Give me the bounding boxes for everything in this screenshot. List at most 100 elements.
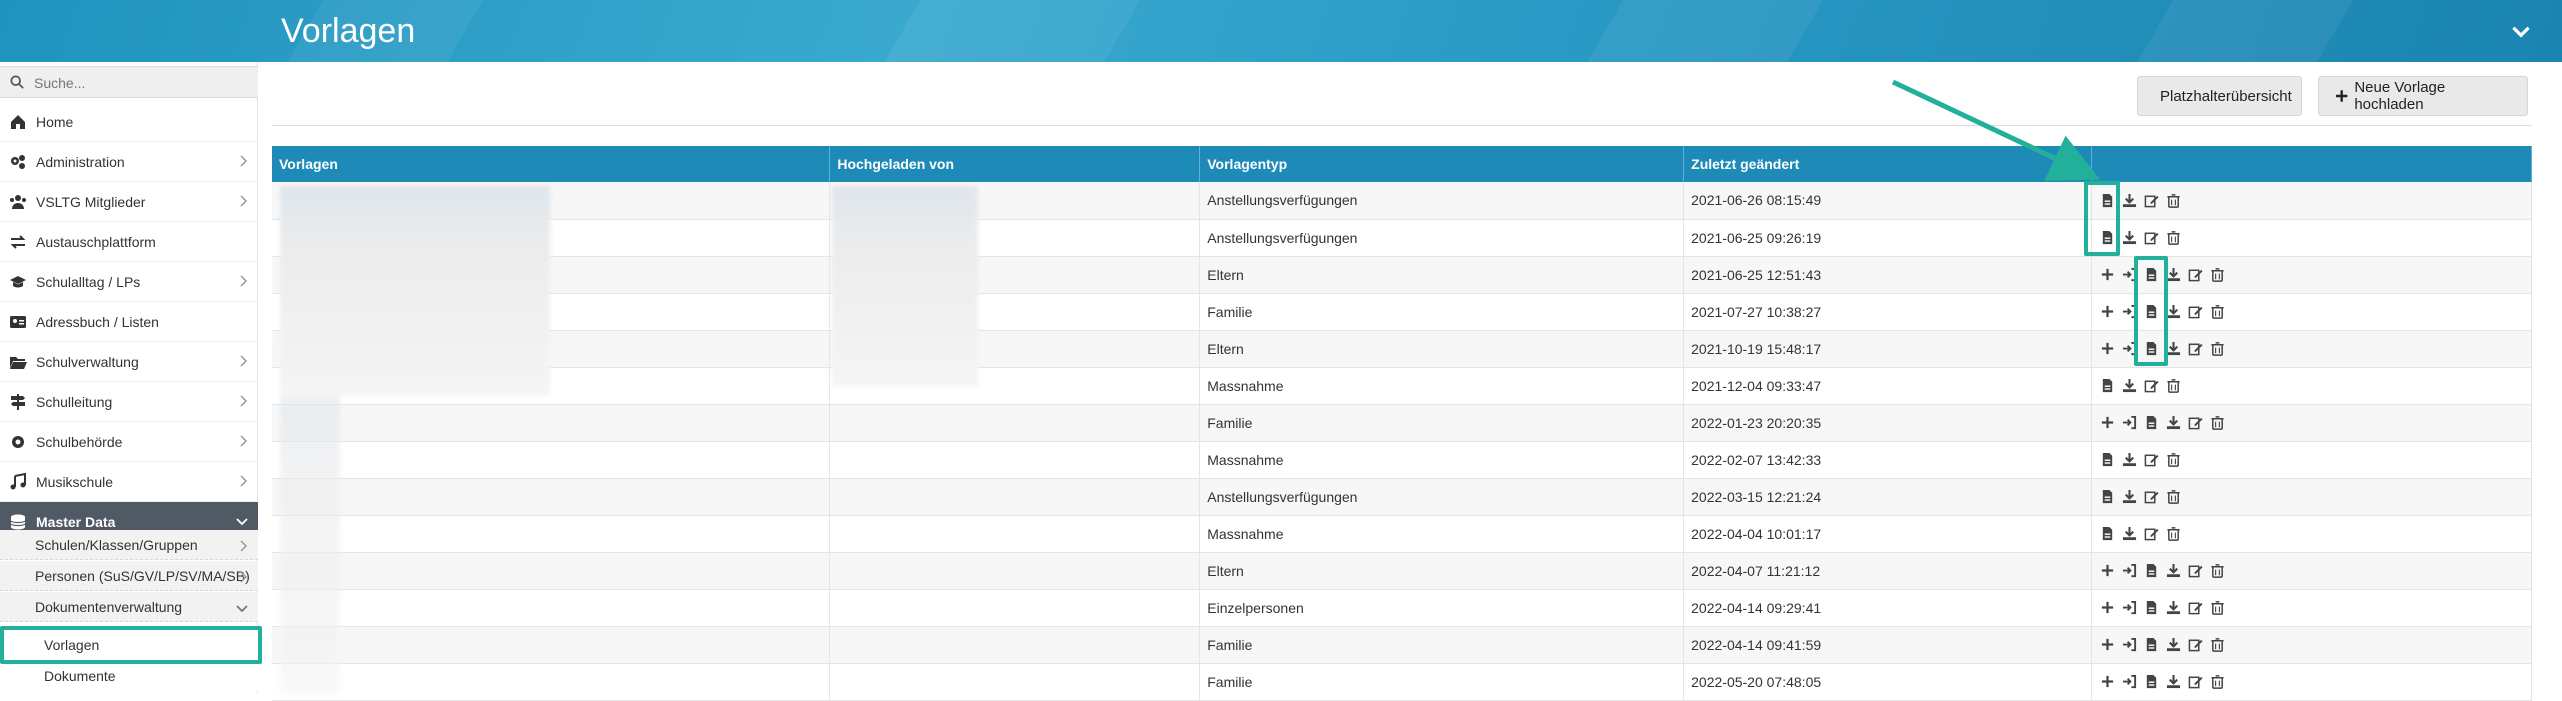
- table-row[interactable]: Massnahme 2022-04-04 10:01:17: [272, 515, 2532, 553]
- sidebar-item-schulbeh-rde[interactable]: Schulbehörde: [0, 422, 258, 462]
- plus-icon[interactable]: [2099, 563, 2115, 579]
- edit-icon[interactable]: [2187, 304, 2203, 320]
- sidebar-item-label: Austauschplattform: [36, 233, 156, 250]
- file-icon[interactable]: [2143, 415, 2159, 431]
- trash-icon[interactable]: [2209, 637, 2225, 653]
- edit-icon[interactable]: [2187, 341, 2203, 357]
- download-icon[interactable]: [2121, 230, 2137, 246]
- table-row[interactable]: Familie 2022-04-14 09:41:59: [272, 626, 2532, 664]
- download-icon[interactable]: [2165, 415, 2181, 431]
- edit-icon[interactable]: [2187, 415, 2203, 431]
- column-header-hochgeladen-von[interactable]: Hochgeladen von: [829, 146, 1201, 182]
- edit-icon[interactable]: [2143, 489, 2159, 505]
- sidebar-subitem-schulen-klassen-gruppen[interactable]: Schulen/Klassen/Gruppen: [0, 530, 258, 560]
- upload-template-button[interactable]: Neue Vorlage hochladen: [2318, 76, 2528, 116]
- download-icon[interactable]: [2165, 637, 2181, 653]
- plus-icon[interactable]: [2099, 637, 2115, 653]
- column-header-zuletzt-geaendert[interactable]: Zuletzt geändert: [1683, 146, 2093, 182]
- trash-icon[interactable]: [2209, 563, 2225, 579]
- sidebar-item-schulverwaltung[interactable]: Schulverwaltung: [0, 342, 258, 382]
- download-icon[interactable]: [2121, 526, 2137, 542]
- plus-icon[interactable]: [2099, 600, 2115, 616]
- file-icon[interactable]: [2099, 452, 2115, 468]
- cell-actions: [2091, 663, 2532, 701]
- trash-icon[interactable]: [2209, 674, 2225, 690]
- trash-icon[interactable]: [2165, 378, 2181, 394]
- edit-icon[interactable]: [2187, 563, 2203, 579]
- sidebar-item-vsltg-mitglieder[interactable]: VSLTG Mitglieder: [0, 182, 258, 222]
- table-row[interactable]: Familie 2022-01-23 20:20:35: [272, 404, 2532, 442]
- sidebar-item-home[interactable]: Home: [0, 102, 258, 142]
- table-row[interactable]: Massnahme 2021-12-04 09:33:47: [272, 367, 2532, 405]
- column-header-vorlagen[interactable]: Vorlagen: [272, 146, 831, 182]
- edit-icon[interactable]: [2143, 452, 2159, 468]
- edit-icon[interactable]: [2187, 267, 2203, 283]
- trash-icon[interactable]: [2165, 489, 2181, 505]
- trash-icon[interactable]: [2165, 452, 2181, 468]
- chevron-down-icon[interactable]: [2508, 18, 2534, 44]
- plus-icon[interactable]: [2099, 304, 2115, 320]
- sign-in-icon[interactable]: [2121, 415, 2137, 431]
- table-row[interactable]: Eltern 2022-04-07 11:21:12: [272, 552, 2532, 590]
- edit-icon[interactable]: [2187, 674, 2203, 690]
- edit-icon[interactable]: [2143, 526, 2159, 542]
- chevron-right-icon: [240, 474, 248, 490]
- table-row[interactable]: Anstellungsverfügungen 2021-06-26 08:15:4…: [272, 182, 2532, 220]
- trash-icon[interactable]: [2165, 230, 2181, 246]
- sidebar-item-adressbuch-listen[interactable]: Adressbuch / Listen: [0, 302, 258, 342]
- table-row[interactable]: Eltern 2021-06-25 12:51:43: [272, 256, 2532, 294]
- download-icon[interactable]: [2165, 563, 2181, 579]
- file-icon[interactable]: [2143, 600, 2159, 616]
- file-icon[interactable]: [2143, 674, 2159, 690]
- plus-icon[interactable]: [2099, 267, 2115, 283]
- table-row[interactable]: Anstellungsverfügungen 2021-06-25 09:26:1…: [272, 219, 2532, 257]
- plus-icon[interactable]: [2099, 341, 2115, 357]
- sidebar-item-schulleitung[interactable]: Schulleitung: [0, 382, 258, 422]
- sidebar-subitem-personen-sus-gv-lp-sv-ma-sb[interactable]: Personen (SuS/GV/LP/SV/MA/SB): [0, 561, 258, 591]
- table-row[interactable]: Massnahme 2022-02-07 13:42:33: [272, 441, 2532, 479]
- file-icon[interactable]: [2099, 378, 2115, 394]
- table-row[interactable]: Familie 2021-07-27 10:38:27: [272, 293, 2532, 331]
- trash-icon[interactable]: [2209, 267, 2225, 283]
- sign-in-icon[interactable]: [2121, 600, 2137, 616]
- edit-icon[interactable]: [2143, 378, 2159, 394]
- placeholder-overview-button[interactable]: Platzhalterübersicht: [2137, 76, 2302, 116]
- download-icon[interactable]: [2121, 378, 2137, 394]
- file-icon[interactable]: [2143, 637, 2159, 653]
- download-icon[interactable]: [2121, 452, 2137, 468]
- sign-in-icon[interactable]: [2121, 674, 2137, 690]
- sidebar-item-administration[interactable]: Administration: [0, 142, 258, 182]
- table-row[interactable]: Anstellungsverfügungen 2022-03-15 12:21:2…: [272, 478, 2532, 516]
- trash-icon[interactable]: [2209, 600, 2225, 616]
- edit-icon[interactable]: [2143, 192, 2159, 208]
- download-icon[interactable]: [2121, 489, 2137, 505]
- sidebar-item-austauschplattform[interactable]: Austauschplattform: [0, 222, 258, 262]
- plus-icon[interactable]: [2099, 415, 2115, 431]
- sidebar-item-schulalltag-lps[interactable]: Schulalltag / LPs: [0, 262, 258, 302]
- trash-icon[interactable]: [2209, 415, 2225, 431]
- table-row[interactable]: Familie 2022-05-20 07:48:05: [272, 663, 2532, 701]
- trash-icon[interactable]: [2209, 304, 2225, 320]
- edit-icon[interactable]: [2187, 600, 2203, 616]
- plus-icon[interactable]: [2099, 674, 2115, 690]
- sidebar-subsubitem-dokumente[interactable]: Dokumente: [0, 661, 258, 691]
- trash-icon[interactable]: [2209, 341, 2225, 357]
- file-icon[interactable]: [2099, 526, 2115, 542]
- sign-in-icon[interactable]: [2121, 563, 2137, 579]
- sign-in-icon[interactable]: [2121, 637, 2137, 653]
- edit-icon[interactable]: [2143, 230, 2159, 246]
- edit-icon[interactable]: [2187, 637, 2203, 653]
- file-icon[interactable]: [2099, 489, 2115, 505]
- download-icon[interactable]: [2165, 674, 2181, 690]
- file-icon[interactable]: [2143, 563, 2159, 579]
- sidebar-subitem-dokumentenverwaltung[interactable]: Dokumentenverwaltung: [0, 592, 258, 622]
- table-row[interactable]: Eltern 2021-10-19 15:48:17: [272, 330, 2532, 368]
- download-icon[interactable]: [2121, 192, 2137, 208]
- trash-icon[interactable]: [2165, 526, 2181, 542]
- search-input[interactable]: [34, 71, 244, 95]
- download-icon[interactable]: [2165, 600, 2181, 616]
- sidebar-item-musikschule[interactable]: Musikschule: [0, 462, 258, 502]
- table-row[interactable]: Einzelpersonen 2022-04-14 09:29:41: [272, 589, 2532, 627]
- column-header-vorlagentyp[interactable]: Vorlagentyp: [1199, 146, 1685, 182]
- trash-icon[interactable]: [2165, 192, 2181, 208]
